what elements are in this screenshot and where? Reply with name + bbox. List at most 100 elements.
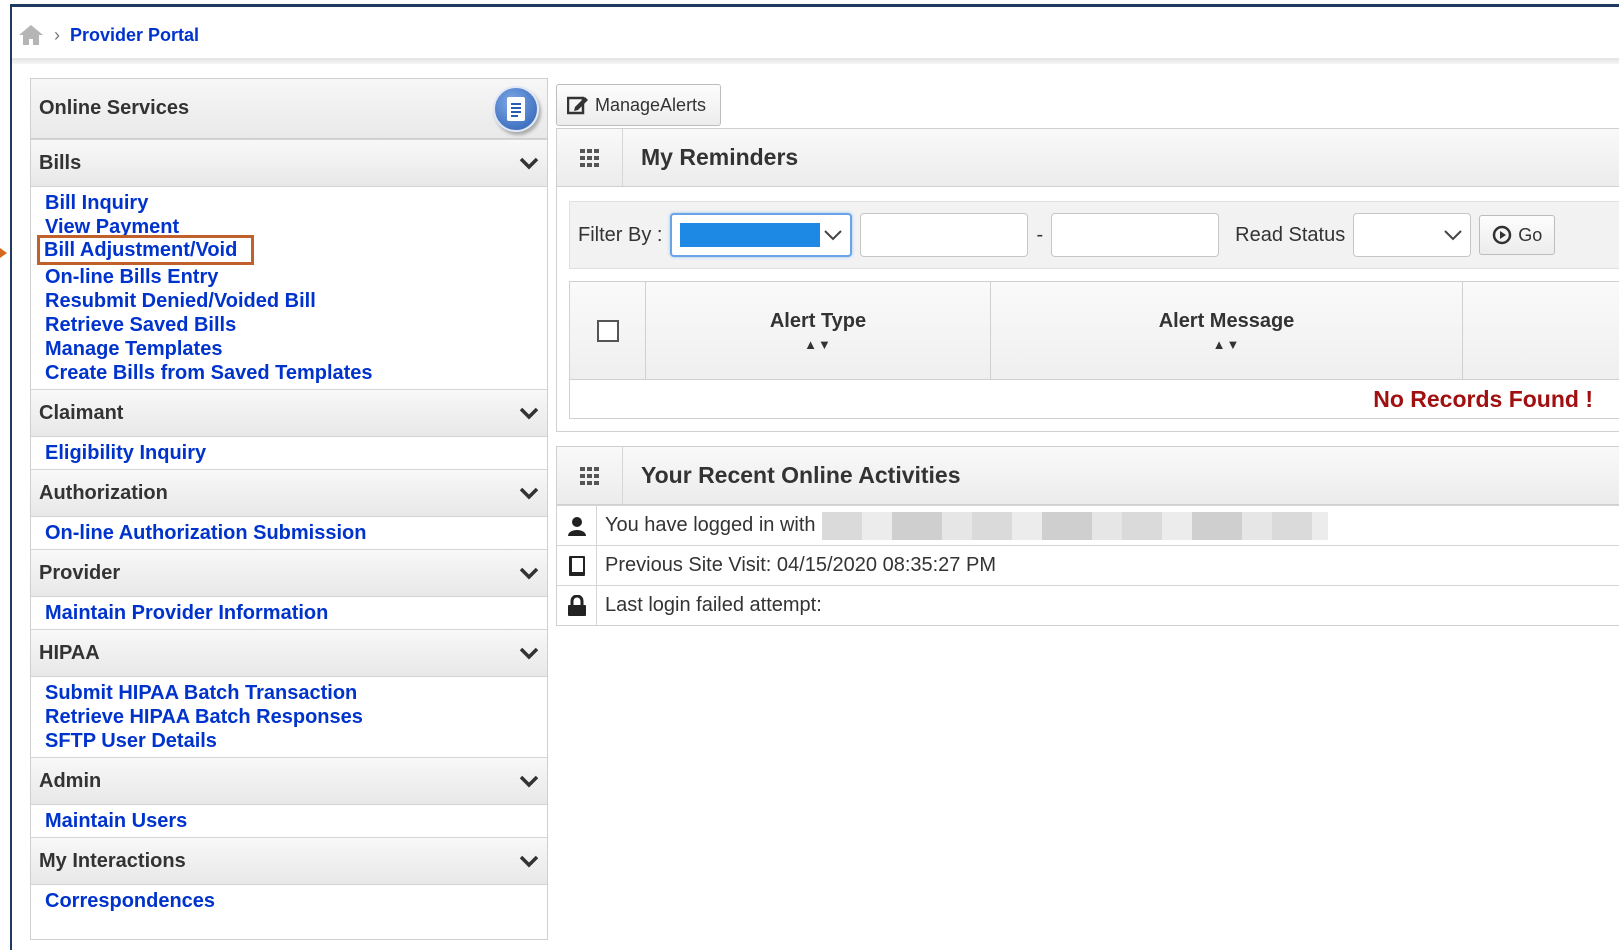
chevron-down-icon (1444, 230, 1462, 241)
read-status-label: Read Status (1235, 223, 1346, 246)
bills-links: Bill Inquiry View Payment Bill Adjustmen… (31, 187, 547, 389)
link-sftp-user-details[interactable]: SFTP User Details (45, 729, 533, 753)
alerts-table: Alert Type ▲▼ Alert Message ▲▼ No Record… (569, 281, 1619, 419)
section-authorization[interactable]: Authorization (31, 469, 547, 517)
filter-to-input[interactable] (1051, 213, 1220, 257)
chevron-down-icon (824, 230, 843, 241)
selected-value (680, 223, 821, 247)
section-title: Claimant (39, 401, 124, 424)
provider-links: Maintain Provider Information (31, 597, 547, 629)
section-claimant[interactable]: Claimant (31, 389, 547, 437)
section-admin[interactable]: Admin (31, 757, 547, 805)
section-bills[interactable]: Bills (31, 139, 547, 187)
sidebar-title: Online Services (39, 97, 190, 119)
section-my-interactions[interactable]: My Interactions (31, 837, 547, 885)
column-label: Alert Type (769, 309, 867, 332)
link-bill-adjustment-void[interactable]: Bill Adjustment/Void (37, 235, 255, 265)
authorization-links: On-line Authorization Submission (31, 517, 547, 549)
online-services-sidebar: Online Services Bills Bill Inquiry View … (30, 78, 548, 940)
link-view-payment[interactable]: View Payment (45, 215, 533, 235)
link-maintain-users[interactable]: Maintain Users (45, 809, 533, 833)
link-maintain-provider-info[interactable]: Maintain Provider Information (45, 601, 533, 625)
book-icon (557, 546, 597, 585)
breadcrumb-separator: › (54, 24, 60, 45)
link-resubmit-denied-bill[interactable]: Resubmit Denied/Voided Bill (45, 289, 533, 313)
column-extra (1463, 282, 1619, 379)
activity-text: Last login failed attempt: (605, 594, 822, 616)
column-label: Alert Message (1158, 309, 1295, 332)
column-alert-message[interactable]: Alert Message ▲▼ (991, 282, 1463, 379)
link-online-bills-entry[interactable]: On-line Bills Entry (45, 265, 533, 289)
sidebar-header: Online Services (31, 79, 547, 139)
activity-text: Previous Site Visit: 04/15/2020 08:35:27… (605, 554, 996, 576)
activity-row: You have logged in with (557, 505, 1619, 545)
chevron-down-icon (519, 855, 539, 868)
select-all-column (570, 282, 646, 379)
activity-row: Previous Site Visit: 04/15/2020 08:35:27… (557, 545, 1619, 585)
no-records-message: No Records Found ! (1373, 385, 1593, 412)
breadcrumb-current[interactable]: Provider Portal (70, 25, 199, 46)
section-hipaa[interactable]: HIPAA (31, 629, 547, 677)
range-separator: - (1036, 223, 1044, 246)
admin-links: Maintain Users (31, 805, 547, 837)
grid-icon (557, 129, 623, 186)
filter-by-label: Filter By : (578, 223, 663, 246)
link-online-authorization[interactable]: On-line Authorization Submission (45, 521, 533, 545)
link-eligibility-inquiry[interactable]: Eligibility Inquiry (45, 441, 533, 465)
section-provider[interactable]: Provider (31, 549, 547, 597)
sort-icon[interactable]: ▲▼ (1213, 337, 1241, 352)
edit-icon (567, 96, 588, 115)
link-correspondences[interactable]: Correspondences (45, 889, 533, 913)
reminders-header: My Reminders (557, 129, 1619, 187)
alerts-table-header: Alert Type ▲▼ Alert Message ▲▼ (570, 282, 1619, 380)
lock-icon (557, 586, 597, 625)
breadcrumb: › Provider Portal (18, 20, 199, 50)
grid-icon (557, 447, 623, 504)
hipaa-links: Submit HIPAA Batch Transaction Retrieve … (31, 677, 547, 757)
section-title: Admin (39, 769, 102, 792)
activities-header: Your Recent Online Activities (557, 447, 1619, 505)
chevron-down-icon (519, 775, 539, 788)
link-bill-inquiry[interactable]: Bill Inquiry (45, 191, 533, 215)
read-status-select[interactable] (1353, 213, 1472, 257)
link-submit-hipaa-batch[interactable]: Submit HIPAA Batch Transaction (45, 681, 533, 705)
recent-activities-panel: Your Recent Online Activities You have l… (556, 446, 1619, 626)
activity-text: You have logged in with (605, 514, 816, 536)
claimant-links: Eligibility Inquiry (31, 437, 547, 469)
section-title: Bills (39, 151, 82, 174)
manage-alerts-button[interactable]: ManageAlerts (556, 84, 722, 126)
redacted-username (821, 511, 1328, 540)
my-reminders-panel: My Reminders Filter By : - Read Status G… (556, 128, 1619, 432)
chevron-down-icon (519, 157, 539, 170)
document-icon (493, 85, 539, 132)
chevron-down-icon (519, 407, 539, 420)
filter-bar: Filter By : - Read Status Go (569, 201, 1619, 269)
column-alert-type[interactable]: Alert Type ▲▼ (646, 282, 991, 379)
reminders-title: My Reminders (641, 144, 799, 170)
section-title: Authorization (39, 481, 168, 504)
play-circle-icon (1492, 225, 1512, 245)
section-title: My Interactions (39, 849, 186, 872)
chevron-down-icon (519, 647, 539, 660)
filter-from-input[interactable] (860, 213, 1029, 257)
chevron-down-icon (519, 487, 539, 500)
select-all-checkbox[interactable] (596, 319, 619, 342)
pointer-arrow (0, 248, 7, 258)
header-divider (12, 58, 1619, 64)
home-icon[interactable] (18, 24, 44, 46)
go-button[interactable]: Go (1479, 215, 1556, 255)
section-title: Provider (39, 561, 121, 584)
manage-alerts-label: ManageAlerts (595, 94, 707, 115)
sort-icon[interactable]: ▲▼ (804, 337, 832, 352)
link-create-bills-from-templates[interactable]: Create Bills from Saved Templates (45, 361, 533, 385)
go-label: Go (1518, 224, 1543, 245)
chevron-down-icon (519, 567, 539, 580)
activity-row: Last login failed attempt: (557, 585, 1619, 625)
user-icon (557, 506, 597, 545)
link-manage-templates[interactable]: Manage Templates (45, 337, 533, 361)
filter-type-select[interactable] (670, 213, 853, 257)
link-retrieve-hipaa-responses[interactable]: Retrieve HIPAA Batch Responses (45, 705, 533, 729)
link-retrieve-saved-bills[interactable]: Retrieve Saved Bills (45, 313, 533, 337)
activities-title: Your Recent Online Activities (641, 462, 961, 488)
section-title: HIPAA (39, 641, 100, 664)
